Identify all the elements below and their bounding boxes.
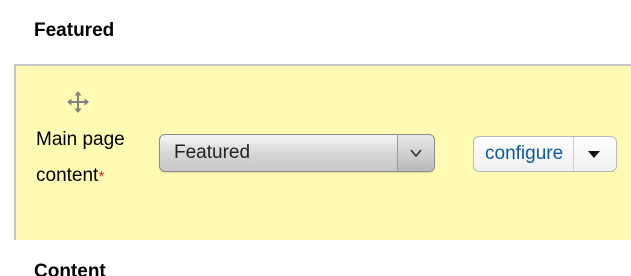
region-select[interactable]: Featured xyxy=(159,134,435,172)
operations-dropbutton: configure xyxy=(473,136,617,172)
configure-button[interactable]: configure xyxy=(474,137,574,171)
chevron-down-icon xyxy=(410,149,422,158)
required-marker: * xyxy=(98,169,105,186)
move-cross-icon[interactable] xyxy=(66,90,90,114)
region-heading-featured: Featured xyxy=(34,20,115,41)
block-label: Main page content* xyxy=(36,122,136,194)
block-layout-page: Featured Main page content* Featured con… xyxy=(0,0,631,276)
region-heading-content: Content xyxy=(34,261,106,276)
operations-toggle-button[interactable] xyxy=(573,137,616,171)
block-row-main-page-content: Main page content* Featured configure xyxy=(14,64,631,240)
region-select-value: Featured xyxy=(174,142,251,163)
block-label-text: Main page content xyxy=(36,129,125,186)
region-select-arrow xyxy=(397,135,434,171)
caret-down-icon xyxy=(588,151,600,158)
